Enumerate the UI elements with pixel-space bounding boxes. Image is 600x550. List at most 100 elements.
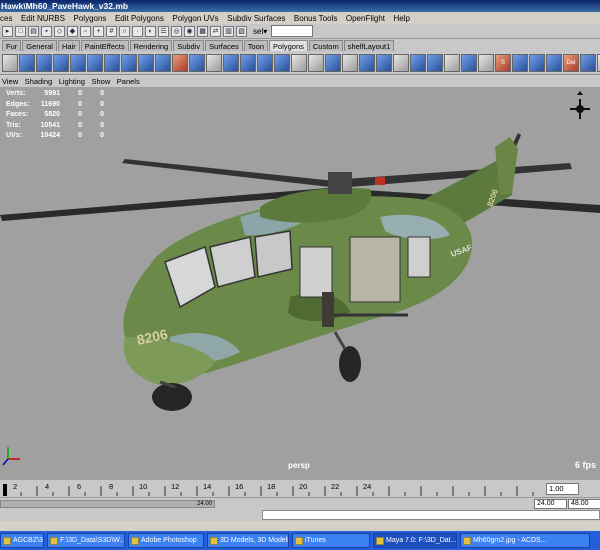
tab-general[interactable]: General xyxy=(22,40,57,51)
tab-painteffects[interactable]: PaintEffects xyxy=(80,40,129,51)
poly-torus-icon[interactable] xyxy=(87,53,103,72)
panel-menu-show[interactable]: Show xyxy=(91,77,110,86)
perspective-viewport[interactable]: 8206 8206 USAF Verts: 5991 0 0 Edges: 11… xyxy=(0,87,600,480)
bevel-icon[interactable] xyxy=(240,53,256,72)
snap-grid-icon[interactable]: # xyxy=(106,25,117,37)
taskbar-item[interactable]: Mh60gm2.jpg - ACDS... xyxy=(460,533,590,548)
project-icon[interactable] xyxy=(427,53,443,72)
history-icon[interactable]: ☰ xyxy=(158,25,169,37)
snap-curve-icon[interactable]: ∩ xyxy=(119,25,130,37)
cylindrical-uv-icon[interactable] xyxy=(529,53,545,72)
cut-uv-icon[interactable] xyxy=(342,53,358,72)
render-globals-icon[interactable]: ▦ xyxy=(197,25,208,37)
range-start-field[interactable]: 24.00 xyxy=(534,499,567,509)
spherical-uv-icon[interactable] xyxy=(546,53,562,72)
input-output-icon[interactable]: ⇄ xyxy=(210,25,221,37)
tab-subdiv[interactable]: Subdiv xyxy=(173,40,205,51)
current-frame-field[interactable]: 1.00 xyxy=(546,483,579,495)
delete-edge-icon[interactable]: Del E xyxy=(563,53,579,72)
shrink-selection-icon[interactable] xyxy=(478,53,494,72)
select-hierarchy-icon[interactable]: ◇ xyxy=(54,25,65,37)
menu-item-ces[interactable]: ces xyxy=(0,14,12,23)
taskbar-item[interactable]: F:\3D_Data\S3D\W... xyxy=(47,533,125,548)
layout-icon[interactable]: ▥ xyxy=(223,25,234,37)
tab-rendering[interactable]: Rendering xyxy=(129,40,173,51)
sew-uv-icon[interactable] xyxy=(359,53,375,72)
open-scene-icon[interactable]: ▤ xyxy=(28,25,39,37)
select-mode-label[interactable]: sel▾ xyxy=(253,27,267,36)
tab-custom[interactable]: Custom xyxy=(308,40,343,51)
menu-item-openflight[interactable]: OpenFlight xyxy=(346,14,385,23)
playback-range-bar[interactable]: 24.00 xyxy=(0,500,215,508)
select-border-icon[interactable] xyxy=(444,53,460,72)
select-shell-icon[interactable] xyxy=(461,53,477,72)
tab-toon[interactable]: Toon xyxy=(243,40,269,51)
split-polygon-icon[interactable] xyxy=(138,53,154,72)
snap-plane-icon[interactable]: ◐ xyxy=(145,25,156,37)
tab-hair[interactable]: Hair xyxy=(57,40,80,51)
s-map-icon[interactable]: S Map xyxy=(495,53,511,72)
poly-sphere-icon[interactable] xyxy=(36,53,52,72)
taskbar-item[interactable]: 3D Models, 3D Modeli... xyxy=(207,533,289,548)
uv-icon[interactable] xyxy=(308,53,324,72)
new-scene-icon[interactable]: □ xyxy=(15,25,26,37)
helicopter-model[interactable]: 8206 8206 USAF xyxy=(0,87,600,480)
window-title-bar[interactable]: Hawk\Mh60_PaveHawk_v32.mb xyxy=(0,0,600,12)
taskbar-item[interactable]: iTunes xyxy=(292,533,370,548)
ipr-render-icon[interactable]: ◉ xyxy=(184,25,195,37)
poly-plane-icon[interactable] xyxy=(70,53,86,72)
panel-menu-shading[interactable]: Shading xyxy=(25,77,53,86)
separate-icon[interactable] xyxy=(274,53,290,72)
tab-fur[interactable]: Fur xyxy=(2,40,22,51)
current-time-marker[interactable] xyxy=(3,484,7,496)
taskbar-item[interactable]: Maya 7.0: F:\3D_Dat... xyxy=(373,533,457,548)
normals-icon[interactable] xyxy=(206,53,222,72)
menuset-icon[interactable]: ▸ xyxy=(2,25,13,37)
range-slider[interactable]: 24.00 24.00 48.00 xyxy=(0,497,600,509)
pick-mask-icon[interactable]: + xyxy=(93,25,104,37)
tab-shelflayout1[interactable]: shelfLayout1 xyxy=(343,40,395,51)
poly-count-icon[interactable] xyxy=(580,53,596,72)
taskbar-item[interactable]: Adobe Photoshop xyxy=(128,533,204,548)
unfold-uv-icon[interactable] xyxy=(376,53,392,72)
taskbar-item[interactable]: AGCBZ\3d xyxy=(0,533,44,548)
tab-surfaces[interactable]: Surfaces xyxy=(205,40,243,51)
poly-cylinder-icon[interactable] xyxy=(53,53,69,72)
menu-item-bonus-tools[interactable]: Bonus Tools xyxy=(294,14,337,23)
menu-item-subdiv-surfaces[interactable]: Subdiv Surfaces xyxy=(227,14,285,23)
menu-item-edit-nurbs[interactable]: Edit NURBS xyxy=(21,14,65,23)
grid-uv-icon[interactable] xyxy=(393,53,409,72)
range-end-field[interactable]: 48.00 xyxy=(568,499,600,509)
panel-menu-panels[interactable]: Panels xyxy=(117,77,140,86)
panel-menu-lighting[interactable]: Lighting xyxy=(59,77,85,86)
menu-item-polygon-uvs[interactable]: Polygon UVs xyxy=(172,14,218,23)
append-polygon-icon[interactable] xyxy=(223,53,239,72)
planar-map-icon[interactable] xyxy=(325,53,341,72)
menu-item-help[interactable]: Help xyxy=(394,14,410,23)
planar-uv-icon[interactable] xyxy=(512,53,528,72)
select-object-icon[interactable]: ◆ xyxy=(67,25,78,37)
snap-point-icon[interactable]: · xyxy=(132,25,143,37)
combine-icon[interactable] xyxy=(257,53,273,72)
shelf-tool-icon[interactable] xyxy=(2,53,18,72)
time-slider[interactable]: 2 4 6 8 10 12 14 16 18 20 22 24 1.00 xyxy=(0,480,600,497)
menu-item-polygons[interactable]: Polygons xyxy=(74,14,107,23)
command-result-field[interactable] xyxy=(262,510,600,520)
merge-vertices-icon[interactable] xyxy=(189,53,205,72)
poly-cube-icon[interactable] xyxy=(19,53,35,72)
extrude-edge-icon[interactable] xyxy=(121,53,137,72)
extrude-face-icon[interactable] xyxy=(104,53,120,72)
checker-icon[interactable] xyxy=(291,53,307,72)
paint-icon[interactable] xyxy=(172,53,188,72)
save-scene-icon[interactable]: ▪ xyxy=(41,25,52,37)
select-component-icon[interactable]: ▫ xyxy=(80,25,91,37)
panel-menu-view[interactable]: View xyxy=(2,77,18,86)
view-compass-icon[interactable] xyxy=(570,91,590,119)
render-icon[interactable]: ◎ xyxy=(171,25,182,37)
tab-polygons[interactable]: Polygons xyxy=(269,40,308,51)
panel-icon[interactable]: ▧ xyxy=(236,25,247,37)
smooth-icon[interactable] xyxy=(155,53,171,72)
quick-select-field[interactable] xyxy=(271,25,314,37)
menu-item-edit-polygons[interactable]: Edit Polygons xyxy=(115,14,164,23)
layout-uv-icon[interactable] xyxy=(410,53,426,72)
